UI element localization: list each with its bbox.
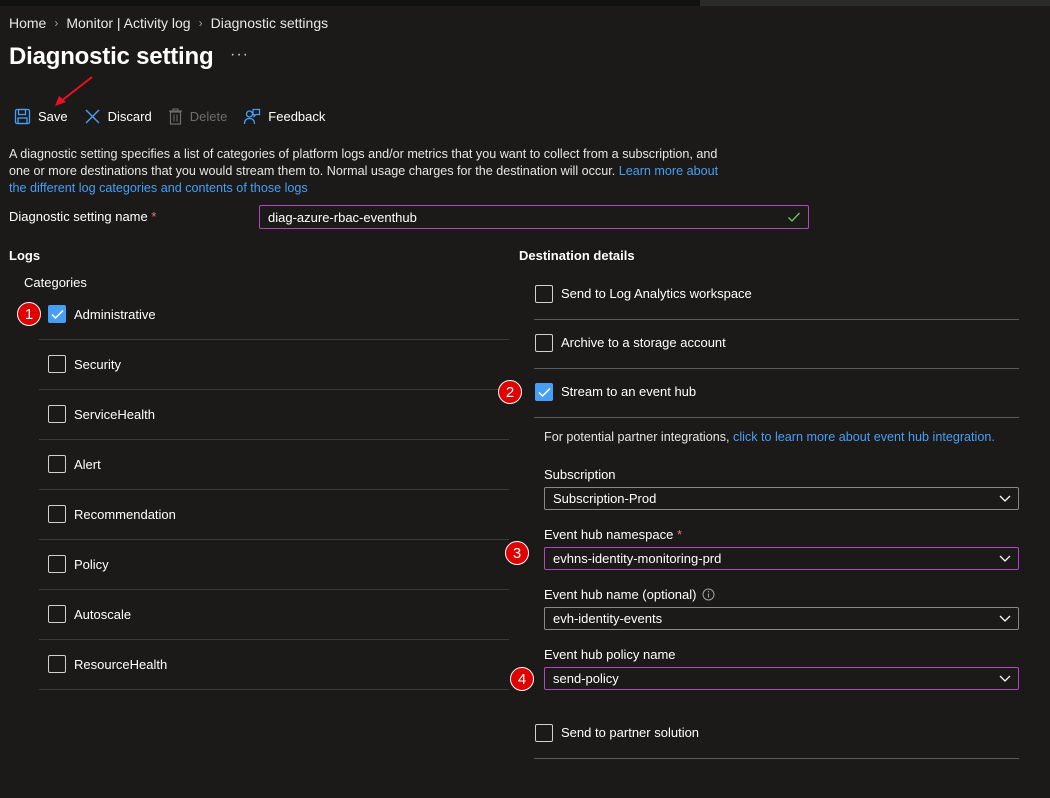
discard-button[interactable]: Discard <box>84 108 152 125</box>
feedback-label: Feedback <box>268 108 326 124</box>
category-label: ResourceHealth <box>74 657 168 672</box>
chevron-down-icon <box>999 675 1011 682</box>
save-button[interactable]: Save <box>14 108 68 125</box>
annotation-badge-2: 2 <box>498 380 522 404</box>
policy-select[interactable]: send-policy <box>544 667 1019 690</box>
feedback-button[interactable]: Feedback <box>243 108 325 125</box>
setting-name-label: Diagnostic setting name * <box>9 209 157 224</box>
destination-label: Send to partner solution <box>561 725 700 740</box>
log-category-row: Autoscale <box>39 590 509 640</box>
checkbox-partner-solution[interactable] <box>535 724 553 742</box>
checkbox-servicehealth[interactable] <box>48 405 66 423</box>
log-category-row: Recommendation <box>39 490 509 540</box>
destination-heading: Destination details <box>519 248 635 263</box>
more-options-icon[interactable]: ··· <box>230 46 249 64</box>
delete-button[interactable]: Delete <box>168 107 228 125</box>
hub-name-select[interactable]: evh-identity-events <box>544 607 1019 630</box>
destination-row: Archive to a storage account <box>534 320 1019 369</box>
hub-name-value: evh-identity-events <box>553 611 663 626</box>
category-label: Alert <box>74 457 101 472</box>
categories-label: Categories <box>24 275 87 290</box>
breadcrumb-current[interactable]: Diagnostic settings <box>211 15 329 31</box>
annotation-arrow-icon <box>55 76 93 106</box>
log-category-row: Security <box>39 340 509 390</box>
valid-check-icon <box>788 212 800 222</box>
checkbox-recommendation[interactable] <box>48 505 66 523</box>
setting-name-value: diag-azure-rbac-eventhub <box>268 209 417 225</box>
discard-label: Discard <box>107 108 152 124</box>
checkbox-alert[interactable] <box>48 455 66 473</box>
trash-icon <box>168 107 182 125</box>
info-icon[interactable] <box>702 588 715 601</box>
namespace-label: Event hub namespace * <box>544 527 683 542</box>
category-label: ServiceHealth <box>74 407 155 422</box>
checkbox-resourcehealth[interactable] <box>48 655 66 673</box>
checkbox-storage-account[interactable] <box>535 334 553 352</box>
policy-label: Event hub policy name <box>544 647 676 662</box>
breadcrumb-monitor[interactable]: Monitor | Activity log <box>66 15 190 31</box>
checkmark-icon <box>51 309 64 320</box>
destination-row: Stream to an event hub <box>534 369 1019 418</box>
chevron-down-icon <box>999 555 1011 562</box>
description-text: A diagnostic setting specifies a list of… <box>9 147 718 178</box>
description: A diagnostic setting specifies a list of… <box>9 146 719 197</box>
subscription-select[interactable]: Subscription-Prod <box>544 487 1019 510</box>
category-label: Policy <box>74 557 109 572</box>
checkbox-log-analytics[interactable] <box>535 285 553 303</box>
policy-value: send-policy <box>553 671 619 686</box>
log-category-row: ServiceHealth <box>39 390 509 440</box>
checkbox-event-hub[interactable] <box>535 383 553 401</box>
log-category-row: Alert <box>39 440 509 490</box>
destination-label: Stream to an event hub <box>561 384 697 399</box>
annotation-badge-1: 1 <box>17 302 41 326</box>
destination-row: Send to Log Analytics workspace <box>534 271 1019 320</box>
hub-name-label: Event hub name (optional) <box>544 587 715 602</box>
checkbox-administrative[interactable] <box>48 305 66 323</box>
save-icon <box>14 108 31 124</box>
category-label: Autoscale <box>74 607 132 622</box>
subscription-value: Subscription-Prod <box>553 491 657 506</box>
checkbox-policy[interactable] <box>48 555 66 573</box>
page-title: Diagnostic setting <box>9 43 214 70</box>
event-hub-integration-link[interactable]: click to learn more about event hub inte… <box>733 430 995 444</box>
logs-heading: Logs <box>9 248 41 263</box>
checkmark-icon <box>538 387 551 398</box>
namespace-value: evhns-identity-monitoring-prd <box>553 551 722 566</box>
close-icon <box>85 109 100 123</box>
log-category-row: Administrative <box>39 290 509 340</box>
destination-label: Archive to a storage account <box>561 335 726 350</box>
delete-label: Delete <box>189 108 228 124</box>
log-category-row: Policy <box>39 540 509 590</box>
log-category-row: ResourceHealth <box>39 640 509 690</box>
destination-row: Send to partner solution <box>534 710 1019 759</box>
command-bar: Save Discard Delete Feedback <box>14 106 341 126</box>
save-label: Save <box>38 108 68 124</box>
checkbox-security[interactable] <box>48 355 66 373</box>
destination-label: Send to Log Analytics workspace <box>561 286 752 301</box>
breadcrumb-separator-icon: › <box>198 16 203 30</box>
checkbox-autoscale[interactable] <box>48 605 66 623</box>
category-label: Security <box>74 357 121 372</box>
subscription-label: Subscription <box>544 467 616 482</box>
chevron-down-icon <box>999 615 1011 622</box>
breadcrumb: Home › Monitor | Activity log › Diagnost… <box>9 15 328 31</box>
feedback-person-icon <box>244 108 261 124</box>
namespace-select[interactable]: evhns-identity-monitoring-prd <box>544 547 1019 570</box>
breadcrumb-separator-icon: › <box>54 16 59 30</box>
setting-name-input[interactable]: diag-azure-rbac-eventhub <box>259 205 809 229</box>
breadcrumb-home[interactable]: Home <box>9 15 46 31</box>
chevron-down-icon <box>999 495 1011 502</box>
top-strip <box>0 0 1050 6</box>
annotation-badge-4: 4 <box>510 667 534 691</box>
partner-integration-text: For potential partner integrations, clic… <box>544 430 995 444</box>
annotation-badge-3: 3 <box>505 541 529 565</box>
category-label: Administrative <box>74 307 156 322</box>
category-label: Recommendation <box>74 507 176 522</box>
